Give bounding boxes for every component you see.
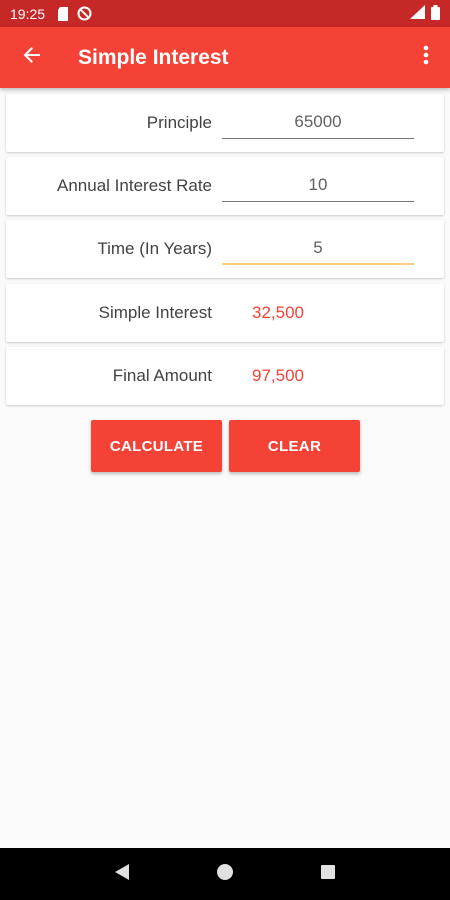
arrow-left-icon [22, 45, 42, 70]
home-circle-icon [216, 863, 234, 886]
clear-button[interactable]: CLEAR [229, 420, 360, 472]
simple-interest-label: Simple Interest [98, 303, 212, 322]
nav-home-button[interactable] [205, 854, 245, 894]
page-title: Simple Interest [78, 45, 229, 69]
final-amount-label: Final Amount [112, 366, 212, 385]
rate-label: Annual Interest Rate [57, 176, 212, 195]
time-input[interactable]: 5 [222, 232, 414, 265]
system-nav-bar [0, 848, 450, 900]
status-bar: 19:25 [0, 0, 450, 27]
principle-label: Principle [146, 113, 212, 132]
back-button[interactable] [0, 27, 64, 88]
time-row: Time (In Years) 5 [6, 220, 444, 278]
back-triangle-icon [114, 863, 130, 886]
final-amount-row: Final Amount 97,500 [6, 347, 444, 405]
rate-input[interactable]: 10 [222, 169, 414, 202]
time-label: Time (In Years) [97, 239, 212, 258]
recents-square-icon [320, 864, 336, 885]
more-vert-icon [423, 45, 429, 70]
nav-back-button[interactable] [102, 854, 142, 894]
do-not-disturb-icon [77, 6, 92, 21]
principle-row: Principle 65000 [6, 94, 444, 152]
simple-interest-row: Simple Interest 32,500 [6, 284, 444, 342]
sd-card-icon [57, 6, 69, 21]
principle-input[interactable]: 65000 [222, 106, 414, 139]
app-bar: Simple Interest [0, 27, 450, 88]
final-amount-value: 97,500 [252, 366, 304, 385]
overflow-menu-button[interactable] [402, 27, 450, 88]
simple-interest-value: 32,500 [252, 303, 304, 322]
nav-recents-button[interactable] [308, 854, 348, 894]
calculate-button[interactable]: CALCULATE [91, 420, 222, 472]
rate-row: Annual Interest Rate 10 [6, 157, 444, 215]
battery-icon [431, 4, 440, 23]
signal-icon [410, 5, 425, 22]
status-time: 19:25 [10, 5, 46, 22]
